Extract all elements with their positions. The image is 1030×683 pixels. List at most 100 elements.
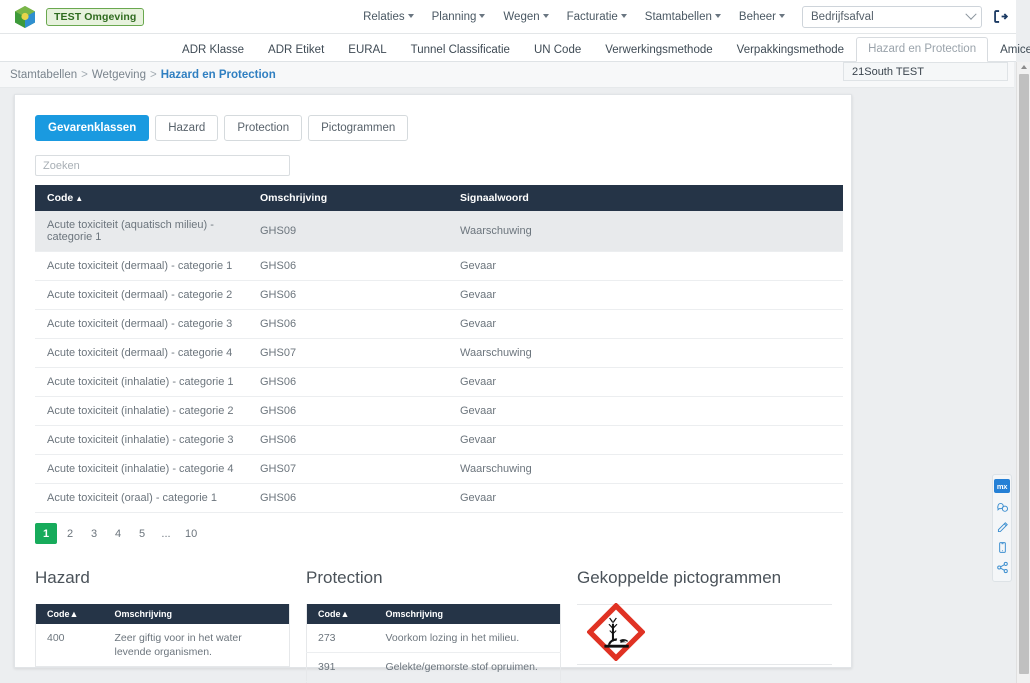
column-header-code[interactable]: Code▲	[35, 604, 104, 624]
cell-omschrijving: GHS06	[248, 309, 448, 339]
organisation-select-value: Bedrijfsafval	[811, 10, 874, 23]
cell-code: Acute toxiciteit (inhalatie) - categorie…	[35, 425, 248, 455]
table-row[interactable]: Acute toxiciteit (inhalatie) - categorie…	[35, 454, 843, 484]
mendix-logo-icon[interactable]: mx	[994, 479, 1010, 493]
share-nodes-icon[interactable]	[993, 558, 1011, 576]
pictogram-section-title: Gekoppelde pictogrammen	[577, 568, 782, 587]
nav-item-label: Wegen	[503, 10, 540, 23]
cell-omschrijving: GHS06	[248, 251, 448, 281]
cell-omschrijving: Zeer giftig voor in het water levende or…	[114, 632, 242, 659]
breadcrumb-parent[interactable]: Wetgeving	[92, 69, 146, 81]
column-header-signaalwoord[interactable]: Signaalwoord	[448, 185, 843, 211]
column-header-code[interactable]: Code▲	[35, 185, 248, 211]
cell-code: Acute toxiciteit (inhalatie) - categorie…	[35, 367, 248, 397]
chevron-down-icon	[479, 14, 486, 19]
table-header: Code▲ Omschrijving	[35, 604, 290, 624]
cell-omschrijving: GHS06	[248, 396, 448, 426]
table-row[interactable]: Acute toxiciteit (inhalatie) - categorie…	[35, 425, 843, 455]
app-logo[interactable]	[14, 5, 36, 29]
subnav-item-verwerkingsmethode[interactable]: Verwerkingsmethode	[593, 38, 724, 62]
pencil-edit-icon[interactable]	[993, 518, 1011, 536]
nav-item-label: Facturatie	[566, 10, 618, 23]
nav-item-planning[interactable]: Planning	[423, 5, 495, 29]
table-header-row: Code ▲ Omschrijving Signaalwoord	[35, 185, 843, 211]
hazard-table: Code▲ Omschrijving 400 Zeer giftig voor …	[35, 604, 290, 668]
pictogram-section: Gekoppelde pictogrammen	[577, 568, 848, 683]
cell-code: Acute toxiciteit (inhalatie) - categorie…	[35, 454, 248, 484]
cell-omschrijving: GHS09	[248, 211, 448, 252]
column-header-code[interactable]: Code▲	[306, 604, 375, 624]
cell-signaalwoord: Waarschuwing	[448, 338, 843, 368]
page-button-10[interactable]: 10	[179, 523, 203, 544]
feedback-widget: mx	[992, 474, 1012, 582]
column-header-omschrijving[interactable]: Omschrijving	[374, 604, 561, 624]
table-row[interactable]: Acute toxiciteit (aquatisch milieu) - ca…	[35, 211, 843, 252]
logout-icon[interactable]	[992, 9, 1008, 25]
pictogram-list-item[interactable]	[577, 602, 832, 665]
subnav-item-adr-klasse[interactable]: ADR Klasse	[170, 38, 256, 62]
mobile-device-icon[interactable]	[993, 538, 1011, 556]
subnav-item-eural[interactable]: EURAL	[336, 38, 398, 62]
cell-signaalwoord: Waarschuwing	[448, 211, 843, 252]
vertical-scrollbar[interactable]	[1016, 62, 1030, 683]
tab-protection[interactable]: Protection	[224, 115, 303, 141]
column-header-omschrijving[interactable]: Omschrijving	[103, 604, 290, 624]
nav-item-beheer[interactable]: Beheer	[730, 5, 794, 29]
tab-pictogrammen[interactable]: Pictogrammen	[308, 115, 409, 141]
nav-item-stamtabellen[interactable]: Stamtabellen	[636, 5, 730, 29]
cell-omschrijving: GHS06	[248, 425, 448, 455]
table-row[interactable]: Acute toxiciteit (dermaal) - categorie 2…	[35, 280, 843, 310]
section-tab-list: ADR Klasse ADR Etiket EURAL Tunnel Class…	[170, 36, 1030, 62]
page-button-3[interactable]: 3	[83, 523, 105, 544]
table-row[interactable]: Acute toxiciteit (oraal) - categorie 1 G…	[35, 483, 843, 513]
table-row[interactable]: Acute toxiciteit (inhalatie) - categorie…	[35, 396, 843, 426]
breadcrumb-root[interactable]: Stamtabellen	[10, 69, 77, 81]
column-header-label: Signaalwoord	[460, 192, 529, 204]
column-header-omschrijving[interactable]: Omschrijving	[248, 185, 448, 211]
table-row[interactable]: Acute toxiciteit (dermaal) - categorie 1…	[35, 251, 843, 281]
feedback-bubble-icon[interactable]	[993, 498, 1011, 516]
page-button-5[interactable]: 5	[131, 523, 153, 544]
table-row[interactable]: 273 Voorkom lozing in het milieu.	[306, 624, 561, 654]
sort-ascending-icon: ▲	[69, 609, 79, 619]
column-header-label: Code	[47, 609, 70, 619]
subnav-item-tunnel-classificatie[interactable]: Tunnel Classificatie	[399, 38, 522, 62]
table-body: 400 Zeer giftig voor in het water levend…	[36, 624, 290, 667]
breadcrumb-current[interactable]: Hazard en Protection	[161, 69, 276, 81]
table-row[interactable]: Acute toxiciteit (dermaal) - categorie 4…	[35, 338, 843, 368]
nav-item-facturatie[interactable]: Facturatie	[558, 5, 636, 29]
subnav-item-amice-foutcodes[interactable]: Amice Foutcodes	[988, 38, 1030, 62]
nav-item-relaties[interactable]: Relaties	[354, 5, 423, 29]
table-row[interactable]: Acute toxiciteit (inhalatie) - categorie…	[35, 367, 843, 397]
scrollbar-thumb[interactable]	[1019, 74, 1029, 674]
organisation-select[interactable]: Bedrijfsafval	[802, 5, 982, 28]
tab-hazard[interactable]: Hazard	[155, 115, 219, 141]
sort-ascending-icon: ▲	[340, 609, 350, 619]
cell-omschrijving: GHS06	[248, 483, 448, 513]
cell-code: Acute toxiciteit (dermaal) - categorie 1	[35, 251, 248, 281]
tab-gevarenklassen[interactable]: Gevarenklassen	[35, 115, 150, 141]
page-button-2[interactable]: 2	[59, 523, 81, 544]
nav-item-label: Stamtabellen	[644, 10, 712, 23]
organisation-dropdown-option[interactable]: 21South TEST	[843, 62, 1008, 81]
scroll-up-arrow-icon[interactable]	[1021, 65, 1027, 69]
nav-item-wegen[interactable]: Wegen	[494, 5, 557, 29]
column-header-label: Omschrijving	[260, 192, 328, 204]
table-row[interactable]: 391 Gelekte/gemorste stof opruimen.	[306, 652, 561, 683]
nav-item-label: Planning	[431, 10, 477, 23]
subnav-item-adr-etiket[interactable]: ADR Etiket	[256, 38, 336, 62]
page-button-1[interactable]: 1	[35, 523, 57, 544]
table-row[interactable]: 400 Zeer giftig voor in het water levend…	[36, 624, 290, 667]
table-row[interactable]: Acute toxiciteit (dermaal) - categorie 3…	[35, 309, 843, 339]
page-button-4[interactable]: 4	[107, 523, 129, 544]
cell-omschrijving: GHS06	[248, 280, 448, 310]
sort-ascending-icon: ▲	[75, 194, 84, 203]
subnav-item-un-code[interactable]: UN Code	[522, 38, 593, 62]
chevron-down-icon	[542, 14, 549, 19]
cell-code: Acute toxiciteit (oraal) - categorie 1	[35, 483, 248, 513]
cell-omschrijving: Voorkom lozing in het milieu.	[374, 624, 561, 654]
subnav-item-verpakkingsmethode[interactable]: Verpakkingsmethode	[725, 38, 856, 62]
entity-tab-group: Gevarenklassen Hazard Protection Pictogr…	[35, 115, 831, 141]
search-input[interactable]	[35, 155, 290, 176]
subnav-item-hazard-en-protection[interactable]: Hazard en Protection	[856, 37, 989, 62]
